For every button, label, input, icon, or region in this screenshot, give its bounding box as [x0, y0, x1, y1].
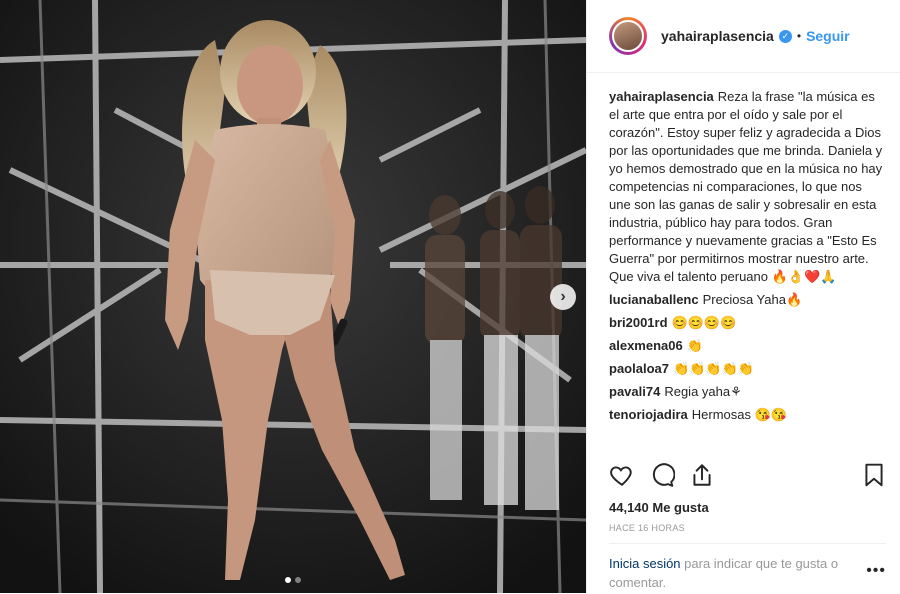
carousel-dot-1	[285, 577, 291, 583]
login-prompt: Inicia sesión para indicar que te gusta …	[609, 543, 886, 594]
login-text: Inicia sesión para indicar que te gusta …	[609, 554, 871, 592]
avatar-image	[612, 20, 644, 52]
header-separator: •	[796, 29, 802, 43]
comment-item: paolaloa7 👏👏👏👏👏	[609, 360, 887, 378]
carousel-indicator	[0, 577, 586, 583]
comment-icon	[652, 463, 676, 487]
post-timestamp: HACE 16 HORAS	[609, 523, 685, 533]
verified-badge-icon: ✓	[778, 29, 792, 43]
comment-username[interactable]: lucianaballenc	[609, 292, 699, 307]
comment-item: bri2001rd 😊😊😊😊	[609, 314, 887, 332]
instagram-post: › yahairaplasencia ✓ • Seguir yahairapla…	[0, 0, 900, 593]
comment-item: pavali74 Regia yaha⚘	[609, 383, 887, 401]
carousel-dot-2	[295, 577, 301, 583]
comment-text: 😊😊😊😊	[671, 315, 737, 330]
post-side-panel: yahairaplasencia ✓ • Seguir yahairaplase…	[586, 0, 900, 593]
save-button[interactable]	[861, 462, 887, 488]
comment-item: alexmena06 👏	[609, 337, 887, 355]
chevron-right-icon: ›	[560, 288, 566, 305]
comment-text: 👏	[686, 338, 703, 353]
comment-text: Regia yaha⚘	[664, 384, 742, 399]
avatar[interactable]	[609, 17, 647, 55]
action-bar	[609, 462, 887, 492]
comment-item: tenoriojadira Hermosas 😘😘	[609, 406, 887, 424]
comment-text: Hermosas 😘😘	[691, 407, 787, 422]
comment-username[interactable]: pavali74	[609, 384, 660, 399]
comment-username[interactable]: tenoriojadira	[609, 407, 688, 422]
login-link[interactable]: Inicia sesión	[609, 556, 681, 571]
likes-count[interactable]: 44,140 Me gusta	[609, 500, 709, 515]
header-username[interactable]: yahairaplasencia	[661, 28, 774, 44]
follow-button[interactable]: Seguir	[806, 28, 850, 44]
post-photo[interactable]: ›	[0, 0, 586, 593]
bookmark-icon	[865, 463, 883, 487]
comments-list: yahairaplasencia Reza la frase "la música…	[609, 88, 887, 424]
comment-text: Preciosa Yaha🔥	[702, 292, 803, 307]
comment-item: lucianaballenc Preciosa Yaha🔥	[609, 291, 887, 309]
share-icon	[693, 464, 711, 486]
comment-username[interactable]: alexmena06	[609, 338, 683, 353]
comment-button[interactable]	[649, 462, 676, 488]
caption-text: Reza la frase "la música es el arte que …	[609, 89, 883, 284]
post-header: yahairaplasencia ✓ • Seguir	[587, 0, 900, 73]
more-options-icon[interactable]: •••	[866, 562, 886, 580]
comment-text: 👏👏👏👏👏	[672, 361, 754, 376]
caption-username[interactable]: yahairaplasencia	[609, 89, 714, 104]
stage-photo	[0, 0, 586, 593]
carousel-next-button[interactable]: ›	[550, 284, 576, 310]
comment-username[interactable]: paolaloa7	[609, 361, 669, 376]
post-caption: yahairaplasencia Reza la frase "la música…	[609, 88, 887, 286]
heart-icon	[610, 466, 632, 486]
like-button[interactable]	[609, 462, 635, 488]
share-button[interactable]	[689, 462, 715, 488]
comment-username[interactable]: bri2001rd	[609, 315, 668, 330]
